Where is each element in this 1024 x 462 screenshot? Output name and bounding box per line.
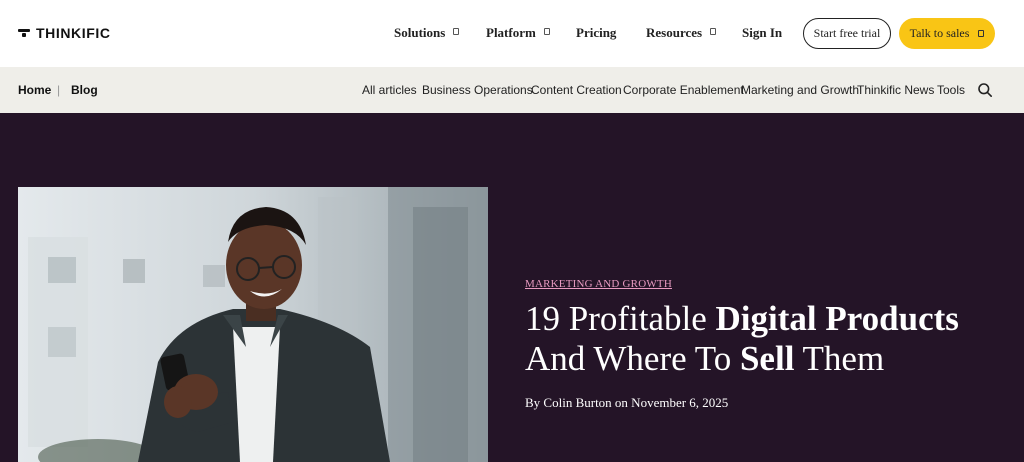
breadcrumb-separator: | — [57, 83, 61, 97]
chevron-down-icon — [453, 28, 460, 35]
talk-to-sales-button[interactable]: Talk to sales — [899, 18, 995, 49]
category-tools[interactable]: Tools — [937, 83, 965, 97]
site-header: THINKIFIC Solutions Platform Pricing Res… — [0, 0, 1024, 67]
category-all-articles[interactable]: All articles — [362, 83, 417, 97]
search-icon[interactable] — [977, 82, 993, 98]
category-business-operations[interactable]: Business Operations — [422, 83, 533, 97]
chevron-down-icon — [978, 29, 985, 37]
nav-resources-label: Resources — [646, 25, 703, 40]
nav-sign-in-label: Sign In — [742, 25, 783, 40]
article-category-link[interactable]: MARKETING AND GROWTH — [525, 278, 672, 290]
thinkific-logo-icon — [18, 28, 30, 38]
talk-to-sales-label: Talk to sales — [909, 26, 970, 40]
breadcrumb-home[interactable]: Home — [18, 83, 51, 97]
title-part-2: Digital Products — [715, 299, 959, 338]
man-smiling-at-phone-photo — [18, 187, 488, 462]
start-free-trial-label: Start free trial — [813, 26, 881, 40]
logo-text: THINKIFIC — [36, 25, 111, 41]
title-part-3: And Where To — [525, 339, 740, 378]
nav-platform-label: Platform — [486, 25, 536, 40]
start-free-trial-button[interactable]: Start free trial — [803, 18, 891, 49]
featured-article-image[interactable] — [18, 187, 488, 462]
category-corporate-enablement[interactable]: Corporate Enablement — [623, 83, 744, 97]
blog-subnav: Home | Blog All articles Business Operat… — [0, 67, 1024, 113]
nav-platform[interactable]: Platform — [486, 25, 550, 41]
category-marketing-and-growth[interactable]: Marketing and Growth — [741, 83, 859, 97]
thinkific-logo[interactable]: THINKIFIC — [18, 25, 111, 41]
title-part-4: Sell — [739, 339, 795, 378]
breadcrumb-blog[interactable]: Blog — [71, 83, 98, 97]
nav-solutions[interactable]: Solutions — [394, 25, 460, 41]
nav-sign-in[interactable]: Sign In — [742, 25, 782, 41]
article-byline: By Colin Burton on November 6, 2025 — [525, 395, 729, 410]
nav-pricing[interactable]: Pricing — [576, 25, 616, 41]
title-part-5: Them — [794, 339, 885, 378]
chevron-down-icon — [710, 28, 717, 35]
nav-resources[interactable]: Resources — [646, 25, 717, 41]
category-content-creation[interactable]: Content Creation — [531, 83, 622, 97]
article-title[interactable]: 19 Profitable Digital Products And Where … — [525, 299, 1005, 379]
featured-article-hero: MARKETING AND GROWTH 19 Profitable Digit… — [0, 113, 1024, 462]
title-part-1: 19 Profitable — [525, 299, 716, 338]
nav-pricing-label: Pricing — [576, 25, 617, 40]
chevron-down-icon — [543, 28, 550, 35]
nav-solutions-label: Solutions — [394, 25, 446, 40]
category-thinkific-news[interactable]: Thinkific News — [857, 83, 934, 97]
